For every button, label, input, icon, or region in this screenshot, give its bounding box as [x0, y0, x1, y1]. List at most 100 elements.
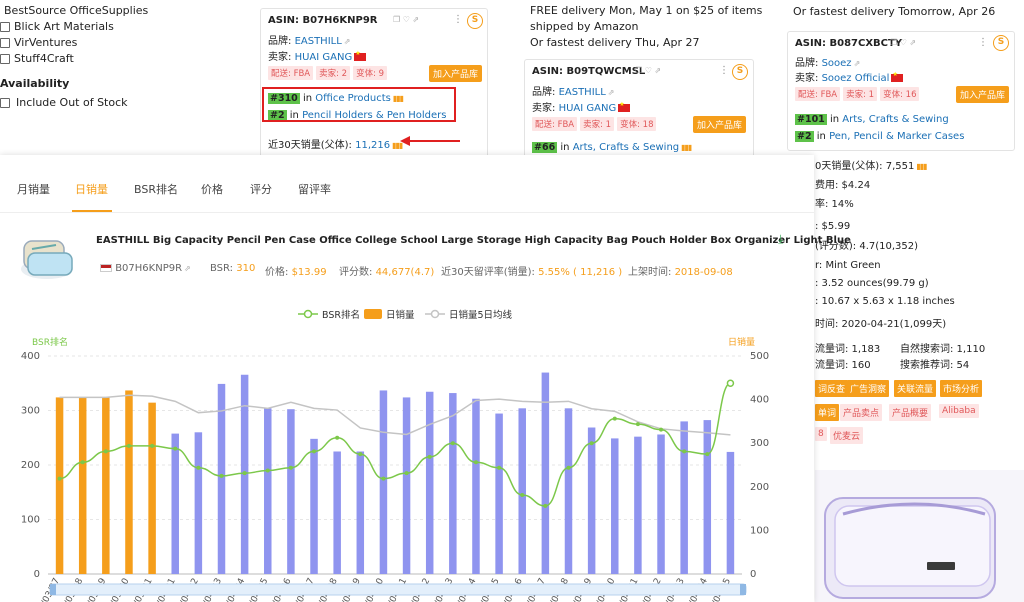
right-tick-label: 0	[750, 569, 756, 580]
sales-bar	[356, 451, 365, 574]
brand-filter-item[interactable]: VirVentures	[0, 36, 77, 49]
market-analysis-button[interactable]: 市场分析	[940, 380, 983, 397]
bsr-point	[682, 449, 687, 454]
logo-icon[interactable]: S	[993, 35, 1009, 51]
add-to-library-button[interactable]: 加入产品库	[429, 65, 483, 82]
tag: 变体: 9	[353, 66, 388, 80]
brand-filter-item[interactable]: Blick Art Materials	[0, 20, 114, 33]
fee-info: 费用: $4.24	[815, 180, 871, 191]
legend-bsr[interactable]: BSR排名	[298, 307, 360, 321]
tab-bsr-rank[interactable]: BSR排名	[134, 181, 178, 197]
highlight-box	[262, 87, 456, 122]
color-info: r: Mint Green	[815, 260, 881, 271]
product-image[interactable]	[815, 470, 1024, 602]
left-tick-label: 0	[34, 569, 40, 580]
bar-chart-icon[interactable]: ▮▮▮	[916, 162, 927, 171]
tab-rating[interactable]: 评分	[250, 181, 272, 197]
selling-points-button[interactable]: 产品卖点	[840, 404, 883, 421]
sales-bar	[564, 408, 573, 574]
product-summary-button[interactable]: 产品概要	[889, 404, 932, 421]
sales-bar	[726, 451, 735, 574]
brand-link[interactable]: EASTHILL	[559, 87, 606, 98]
brand-filter-item[interactable]: Stuff4Craft	[0, 52, 74, 65]
seller-link[interactable]: HUAI GANG	[295, 52, 353, 63]
copy-icon[interactable]: ❐ ♡ ⇗	[393, 15, 419, 24]
category-link[interactable]: Arts, Crafts & Sewing	[842, 114, 948, 125]
category-link[interactable]: Arts, Crafts & Sewing	[573, 142, 679, 153]
product-thumbnail[interactable]	[18, 227, 76, 285]
left-tick-label: 100	[21, 515, 40, 526]
more-icon[interactable]: ⋮	[978, 37, 988, 48]
rate-info: 率: 14%	[815, 199, 854, 210]
checkbox[interactable]	[0, 53, 10, 64]
related-traffic-button[interactable]: 关联流量	[894, 380, 937, 397]
keyword-reverse-button[interactable]: 词反查	[815, 380, 849, 397]
keyword-info: 搜索推荐词: 54	[900, 360, 970, 371]
legend-ma5[interactable]: 日销量5日均线	[425, 307, 512, 321]
bar-chart-icon[interactable]: ▮▮▮	[681, 143, 692, 152]
sales-bar	[449, 393, 457, 574]
checkbox[interactable]	[0, 97, 10, 108]
bsr-point	[312, 449, 317, 454]
tab-review-rate[interactable]: 留评率	[298, 181, 331, 197]
availability-filter-item[interactable]: Include Out of Stock	[0, 96, 128, 109]
china-flag-icon	[891, 71, 904, 82]
external-icon[interactable]: ⇗	[344, 37, 351, 46]
alibaba-button[interactable]: Alibaba	[939, 404, 979, 418]
external-icon[interactable]: ⇗	[608, 88, 615, 97]
bsr-point	[381, 476, 386, 481]
misc-button[interactable]: 8	[815, 427, 827, 441]
tag: 卖家: 1	[580, 117, 615, 131]
tag: 变体: 18	[617, 117, 657, 131]
brand-label: BestSource OfficeSupplies	[4, 4, 149, 17]
brand-link[interactable]: EASTHILL	[295, 36, 342, 47]
copy-icon[interactable]: ❐ ♡ ⇗	[635, 66, 661, 75]
bsr-point	[473, 460, 478, 465]
price-info: : $5.99	[815, 221, 851, 232]
price-meta: 价格: $13.99	[265, 267, 327, 278]
sales-bar	[379, 390, 388, 574]
download-icon[interactable]: ⤓	[778, 232, 783, 247]
tag: 变体: 16	[880, 87, 920, 101]
seller-link[interactable]: HUAI GANG	[559, 103, 617, 114]
sales-value[interactable]: 11,216	[355, 140, 390, 151]
checkbox[interactable]	[0, 21, 10, 32]
sales-bar	[194, 432, 203, 574]
external-icon[interactable]: ⇗	[854, 59, 861, 68]
bsr-point	[497, 465, 502, 470]
brand-link[interactable]: Sooez	[822, 58, 852, 69]
more-icon[interactable]: ⋮	[719, 65, 729, 76]
zoom-slider	[49, 583, 747, 596]
keyword-info: 流量词: 160	[815, 360, 871, 371]
ad-insight-button[interactable]: 广告洞察	[847, 380, 890, 397]
tab-price[interactable]: 价格	[201, 181, 223, 197]
legend-daily-sales[interactable]: 日销量	[364, 307, 415, 321]
product-title[interactable]: EASTHILL Big Capacity Pencil Pen Case Of…	[96, 235, 851, 246]
checkbox[interactable]	[0, 37, 10, 48]
seller-line: 卖家: HUAI GANG	[268, 48, 367, 63]
tab-monthly-sales[interactable]: 月销量	[17, 181, 50, 197]
keyword-info: 流量词: 1,183	[815, 344, 881, 355]
word-button[interactable]: 单词	[815, 404, 840, 421]
sales-bar	[402, 397, 411, 574]
more-icon[interactable]: ⋮	[453, 14, 463, 25]
seller-line: 卖家: HUAI GANG	[532, 99, 631, 114]
seller-link[interactable]: Sooez Official	[822, 73, 890, 84]
add-to-library-button[interactable]: 加入产品库	[693, 116, 747, 133]
bsr-point	[126, 443, 131, 448]
tab-daily-sales[interactable]: 日销量	[75, 181, 108, 197]
add-to-library-button[interactable]: 加入产品库	[956, 86, 1010, 103]
logo-icon[interactable]: S	[732, 64, 748, 80]
china-flag-icon	[354, 50, 367, 61]
bsr-point	[242, 471, 247, 476]
brand-label: Blick Art Materials	[14, 20, 114, 33]
youmaiyun-button[interactable]: 优麦云	[830, 427, 864, 444]
bsr-point	[80, 460, 85, 465]
tag-row: 配送: FBA 卖家: 1 变体: 18	[532, 117, 659, 131]
review-meta: 近30天留评率(销量): 5.55% ( 11,216 )	[441, 267, 623, 278]
brand-filter-item[interactable]: BestSource OfficeSupplies	[0, 4, 148, 17]
copy-icon[interactable]: ❐ ♡ ⇗	[890, 38, 916, 47]
category-link[interactable]: Pen, Pencil & Marker Cases	[829, 131, 964, 142]
external-icon[interactable]: ⇗	[184, 264, 191, 273]
logo-icon[interactable]: S	[467, 13, 483, 29]
